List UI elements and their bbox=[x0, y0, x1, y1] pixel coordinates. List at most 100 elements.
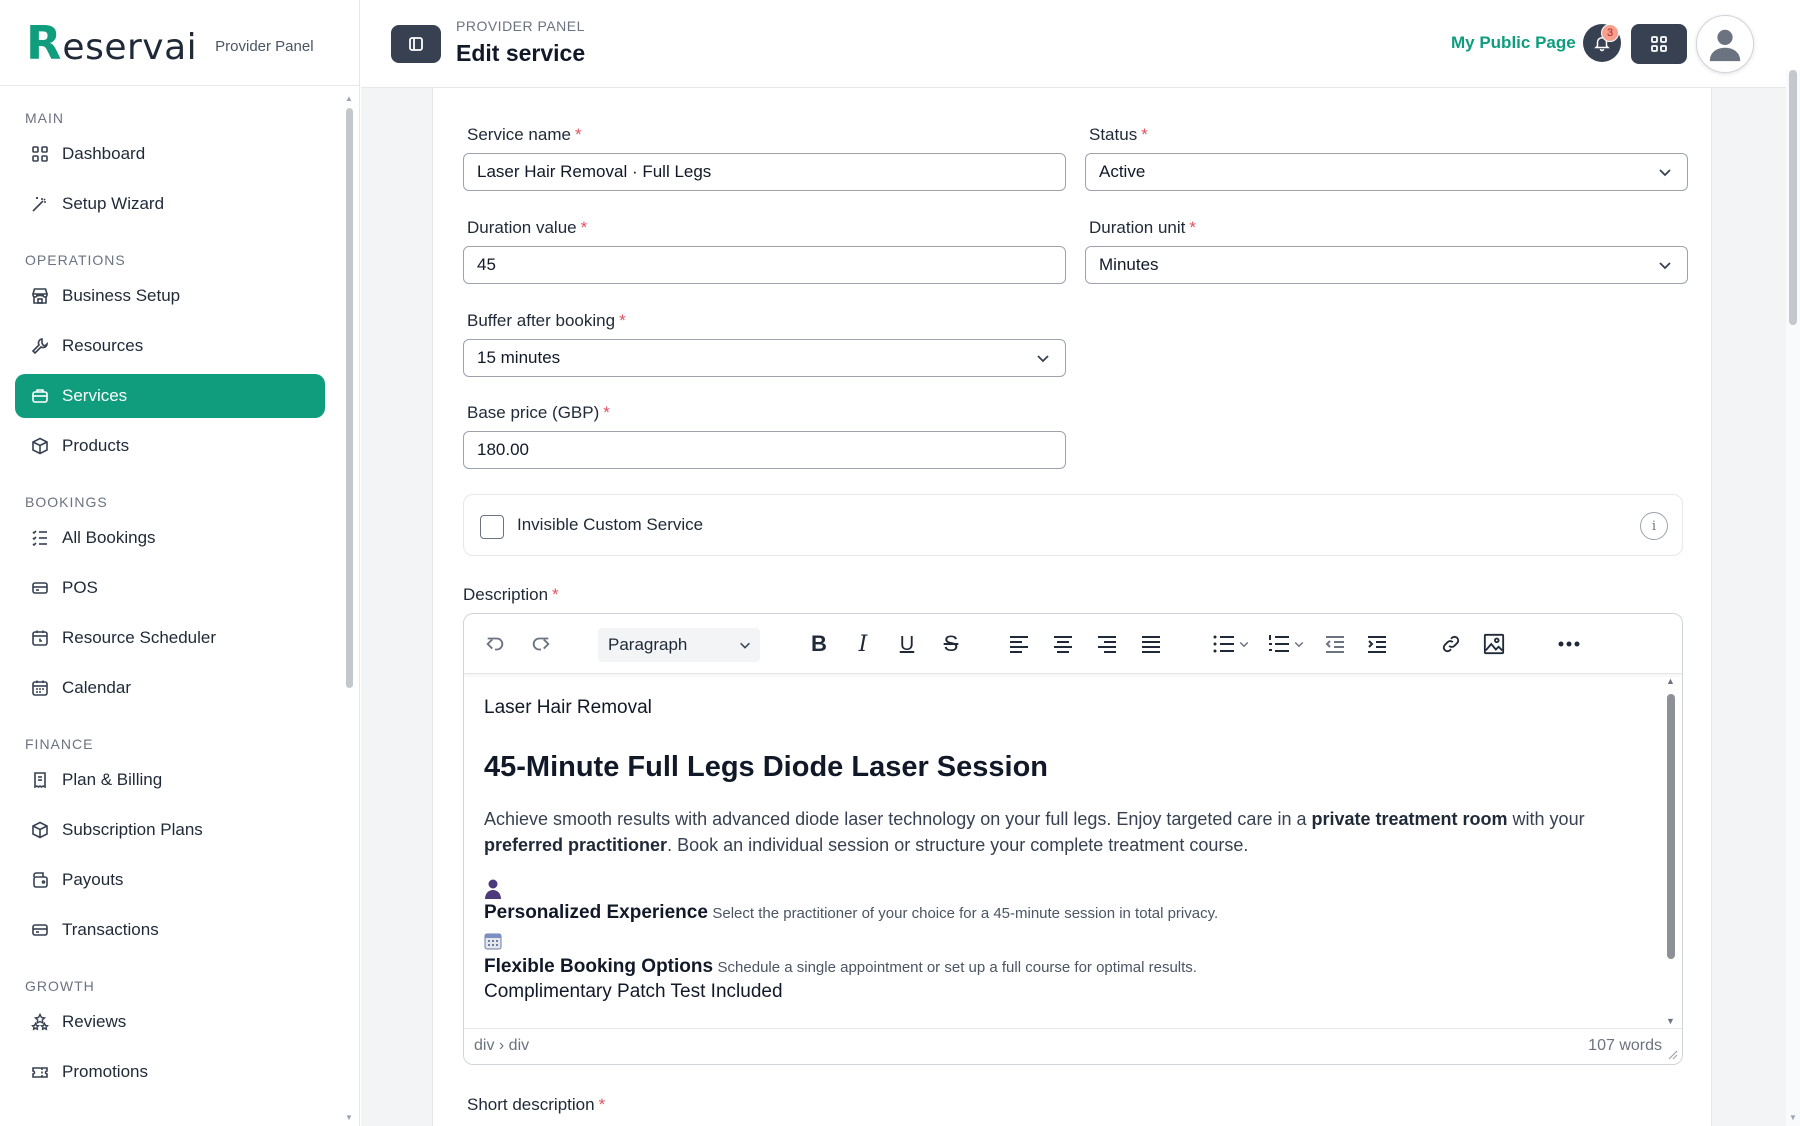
base-price-label: Base price (GBP) * bbox=[467, 403, 610, 422]
service-name-input[interactable]: Laser Hair Removal · Full Legs bbox=[463, 153, 1066, 191]
numbered-list-options-button[interactable] bbox=[1291, 630, 1307, 658]
sidebar-scrollbar[interactable]: ▲ ▼ bbox=[344, 92, 354, 1126]
duration-value-label: Duration value * bbox=[467, 218, 588, 237]
italic-icon: I bbox=[858, 631, 868, 657]
sidebar-item-subscription-plans[interactable]: Subscription Plans bbox=[15, 808, 325, 852]
editor-content[interactable]: Laser Hair Removal 45-Minute Full Legs D… bbox=[464, 674, 1664, 1029]
buffer-select[interactable]: 15 minutes bbox=[463, 339, 1066, 377]
undo-icon bbox=[486, 637, 504, 651]
box-icon bbox=[30, 820, 50, 840]
word-count[interactable]: 107 words bbox=[1588, 1037, 1662, 1055]
sidebar-item-plan-billing[interactable]: Plan & Billing bbox=[15, 758, 325, 802]
sidebar-item-transactions[interactable]: Transactions bbox=[15, 908, 325, 952]
sidebar-item-payouts[interactable]: Payouts bbox=[15, 858, 325, 902]
redo-icon bbox=[532, 637, 550, 651]
insert-link-button[interactable] bbox=[1436, 630, 1466, 658]
duration-unit-select[interactable]: Minutes bbox=[1085, 246, 1688, 284]
sidebar-item-label: Services bbox=[62, 386, 128, 405]
status-label: Status * bbox=[1089, 125, 1148, 144]
sidebar-item-label: Promotions bbox=[62, 1062, 148, 1081]
scroll-down-arrow-icon[interactable]: ▼ bbox=[1789, 1113, 1797, 1122]
sidebar-item-label: Reviews bbox=[62, 1012, 127, 1031]
align-center-button[interactable] bbox=[1048, 630, 1078, 658]
reservai-logo[interactable]: Reservai bbox=[26, 20, 197, 66]
bullet-list-options-button[interactable] bbox=[1236, 630, 1252, 658]
sidebar-item-label: All Bookings bbox=[62, 528, 156, 547]
resize-handle-icon[interactable] bbox=[1668, 1050, 1678, 1060]
duration-value-input[interactable]: 45 bbox=[463, 246, 1066, 284]
chevron-down-icon bbox=[1659, 262, 1671, 270]
breadcrumb[interactable]: PROVIDER PANEL bbox=[456, 18, 585, 34]
numbered-list-icon bbox=[1269, 635, 1289, 652]
invisible-service-row: Invisible Custom Service i bbox=[463, 494, 1683, 556]
more-options-button[interactable] bbox=[1554, 630, 1584, 658]
sidebar-item-all-bookings[interactable]: All Bookings bbox=[15, 516, 325, 560]
chevron-down-icon bbox=[740, 642, 750, 649]
sidebar-toggle-icon bbox=[409, 37, 423, 51]
sidebar-item-label: Resource Scheduler bbox=[62, 628, 217, 647]
chevron-down-icon bbox=[1239, 641, 1249, 648]
sidebar-scroll-thumb[interactable] bbox=[346, 108, 353, 688]
sidebar-item-products[interactable]: Products bbox=[15, 424, 325, 468]
sidebar-item-resources[interactable]: Resources bbox=[15, 324, 325, 368]
insert-image-button[interactable] bbox=[1479, 630, 1509, 658]
sidebar-item-resource-scheduler[interactable]: Resource Scheduler bbox=[15, 616, 325, 660]
sidebar-toggle-button[interactable] bbox=[391, 25, 441, 63]
content-lead-paragraph: Achieve smooth results with advanced dio… bbox=[484, 808, 1585, 855]
invisible-service-checkbox[interactable] bbox=[480, 515, 504, 539]
sidebar-item-label: Payouts bbox=[62, 870, 124, 889]
numbered-list-button[interactable] bbox=[1264, 630, 1294, 658]
description-editor: Paragraph B I U S Laser Hair Removal 45-… bbox=[463, 613, 1683, 1065]
calendar-clock-icon bbox=[30, 628, 50, 648]
outdent-button[interactable] bbox=[1320, 630, 1350, 658]
apps-grid-button[interactable] bbox=[1631, 24, 1687, 64]
chevron-down-icon bbox=[1037, 355, 1049, 363]
align-right-button[interactable] bbox=[1092, 630, 1122, 658]
info-icon[interactable]: i bbox=[1640, 512, 1668, 540]
element-path[interactable]: div › div bbox=[474, 1037, 529, 1055]
editor-toolbar: Paragraph B I U S bbox=[464, 614, 1682, 674]
editor-scroll-thumb[interactable] bbox=[1667, 694, 1675, 959]
my-public-page-link[interactable]: My Public Page bbox=[1451, 33, 1576, 53]
align-left-icon bbox=[1010, 636, 1028, 653]
sidebar-item-calendar[interactable]: Calendar bbox=[15, 666, 325, 710]
scroll-down-arrow-icon[interactable]: ▼ bbox=[345, 1113, 353, 1122]
sidebar: Reservai Provider Panel MAIN Dashboard Set… bbox=[0, 0, 360, 1126]
grid-icon bbox=[1651, 36, 1667, 52]
sidebar-item-dashboard[interactable]: Dashboard bbox=[15, 132, 325, 176]
sidebar-item-pos[interactable]: POS bbox=[15, 566, 325, 610]
invisible-service-label[interactable]: Invisible Custom Service bbox=[517, 515, 703, 535]
editor-scrollbar[interactable]: ▲ ▼ bbox=[1666, 676, 1676, 1026]
scroll-up-arrow-icon[interactable]: ▲ bbox=[1666, 676, 1675, 686]
align-left-button[interactable] bbox=[1004, 630, 1034, 658]
justify-button[interactable] bbox=[1136, 630, 1166, 658]
block-format-select[interactable]: Paragraph bbox=[598, 628, 760, 662]
sidebar-item-setup-wizard[interactable]: Setup Wizard bbox=[15, 182, 325, 226]
undo-button[interactable] bbox=[480, 630, 510, 658]
indent-button[interactable] bbox=[1362, 630, 1392, 658]
content-eyebrow: Laser Hair Removal bbox=[484, 697, 652, 718]
sidebar-item-reviews[interactable]: Reviews bbox=[15, 1000, 325, 1044]
page-scrollbar[interactable]: ▼ bbox=[1786, 70, 1800, 1126]
user-avatar[interactable] bbox=[1696, 15, 1754, 73]
bullet-list-button[interactable] bbox=[1209, 630, 1239, 658]
align-right-icon bbox=[1098, 636, 1116, 653]
bullet-list-icon bbox=[1213, 635, 1234, 653]
wallet-icon bbox=[30, 870, 50, 890]
top-bar: PROVIDER PANEL Edit service My Public Pa… bbox=[361, 0, 1800, 88]
card-icon bbox=[30, 920, 50, 940]
sidebar-item-business-setup[interactable]: Business Setup bbox=[15, 274, 325, 318]
sidebar-item-services[interactable]: Services bbox=[15, 374, 325, 418]
scroll-up-arrow-icon[interactable]: ▲ bbox=[345, 94, 353, 103]
page-scroll-thumb[interactable] bbox=[1789, 70, 1797, 325]
italic-button[interactable]: I bbox=[848, 630, 878, 658]
strikethrough-button[interactable]: S bbox=[936, 630, 966, 658]
redo-button[interactable] bbox=[526, 630, 556, 658]
base-price-input[interactable]: 180.00 bbox=[463, 431, 1066, 469]
sidebar-item-promotions[interactable]: Promotions bbox=[15, 1050, 325, 1094]
bold-button[interactable]: B bbox=[804, 630, 834, 658]
sidebar-item-label: Resources bbox=[62, 336, 144, 355]
scroll-down-arrow-icon[interactable]: ▼ bbox=[1666, 1016, 1675, 1026]
underline-button[interactable]: U bbox=[892, 630, 922, 658]
status-select[interactable]: Active bbox=[1085, 153, 1688, 191]
